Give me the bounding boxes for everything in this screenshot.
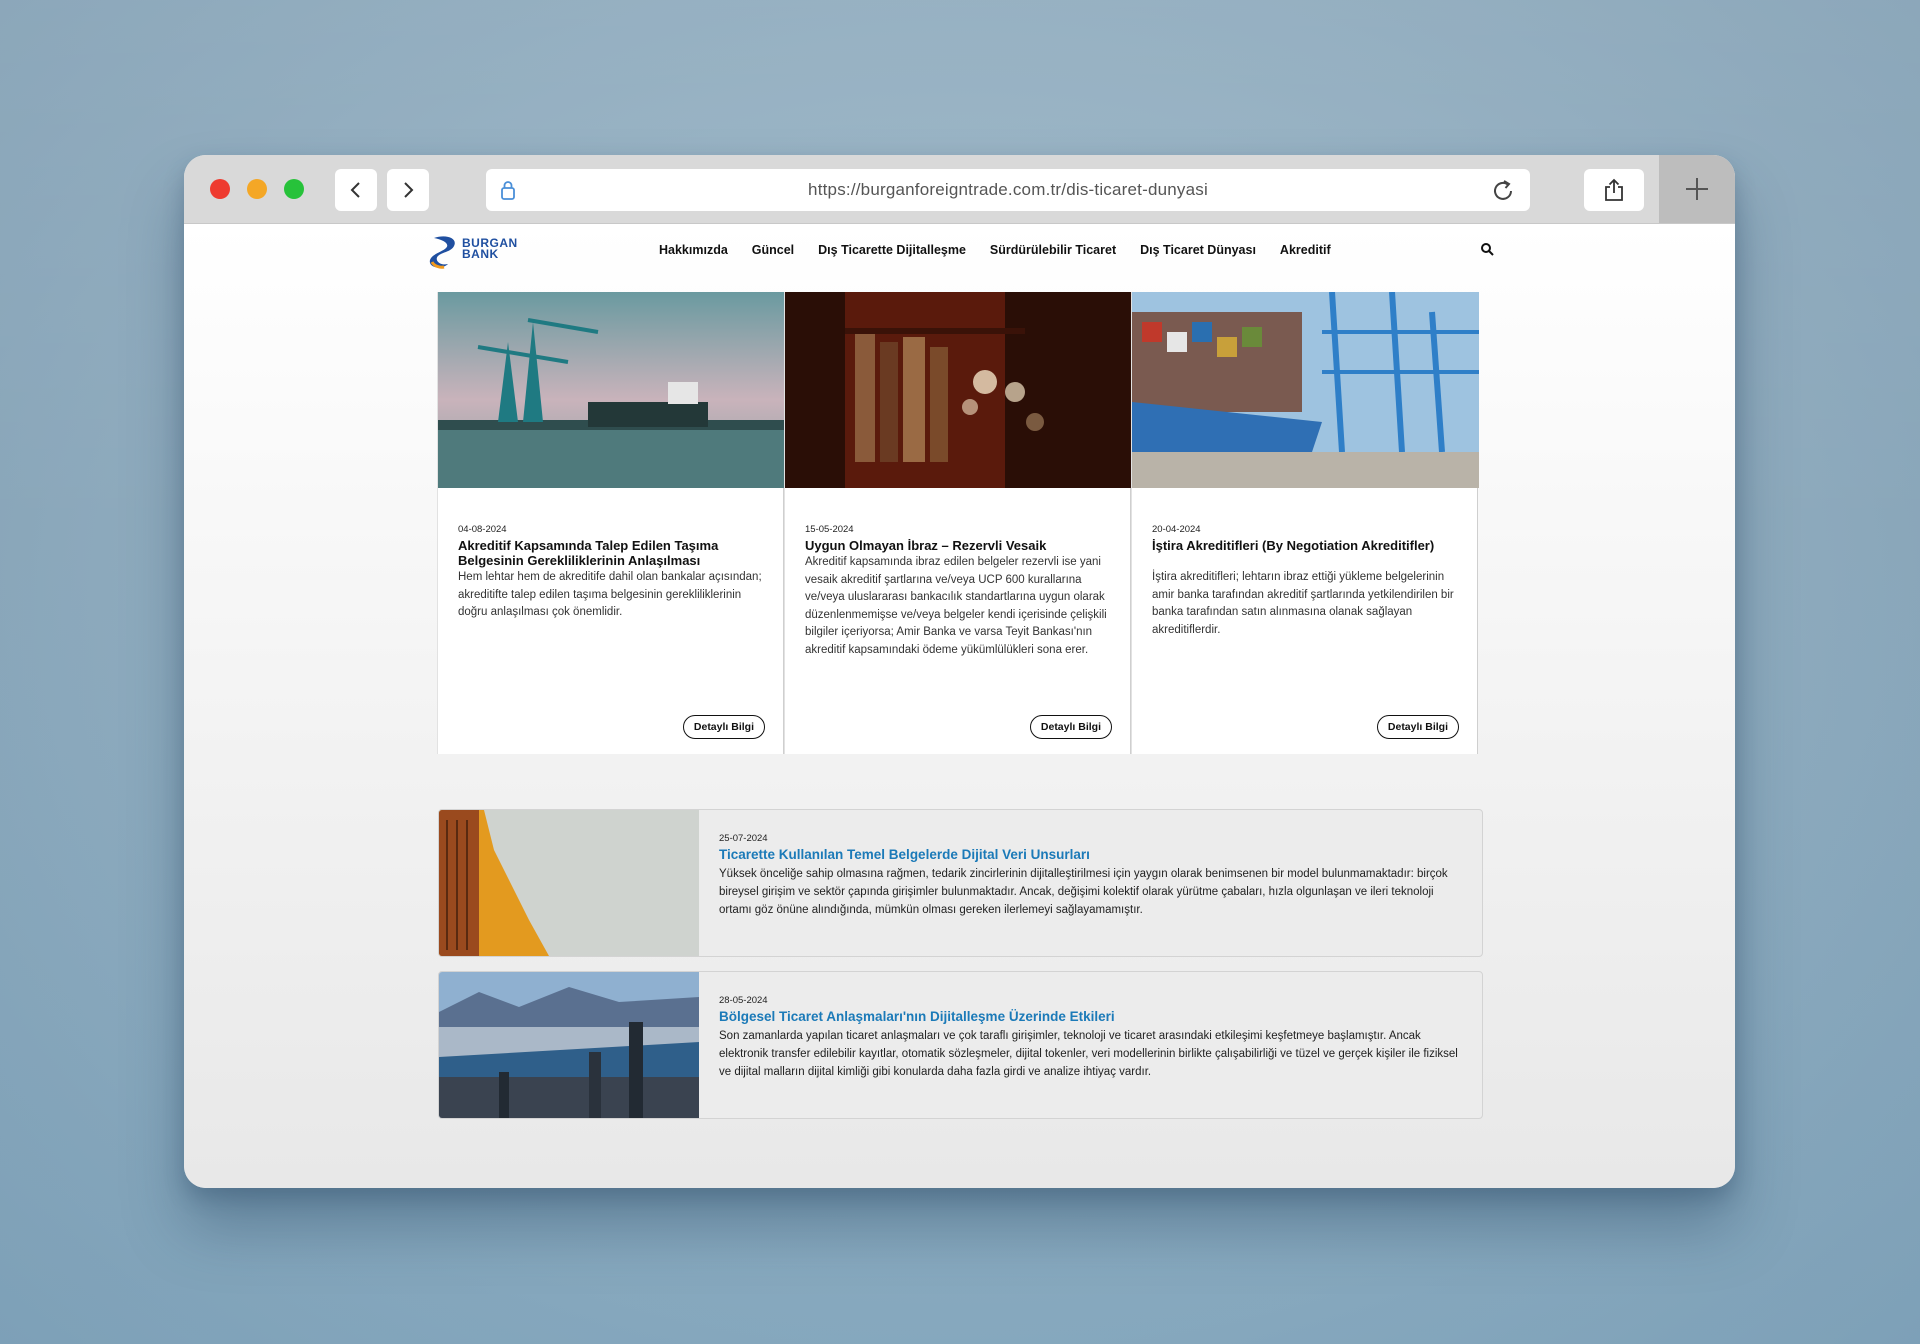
nav-item-guncel[interactable]: Güncel (752, 243, 794, 257)
list-item[interactable]: 25-07-2024 Ticarette Kullanılan Temel Be… (438, 809, 1483, 957)
card-description: Hem lehtar hem de akreditife dahil olan … (458, 571, 762, 618)
card-date: 15-05-2024 (805, 524, 854, 535)
card-description: İştira akreditifleri; lehtarın ibraz ett… (1152, 571, 1454, 636)
web-page: BURGAN BANK Hakkımızda Güncel Dış Ticare… (184, 224, 1735, 1188)
reload-icon[interactable] (1490, 178, 1516, 204)
logo-wordmark[interactable]: BURGAN BANK (462, 237, 518, 261)
list-item-date: 28-05-2024 (719, 995, 768, 1006)
browser-toolbar: https://burganforeigntrade.com.tr/dis-ti… (184, 155, 1735, 224)
search-icon[interactable] (1480, 242, 1494, 256)
article-card[interactable]: 04-08-2024 Akreditif Kapsamında Talep Ed… (437, 292, 785, 754)
card-title[interactable]: İştira Akreditifleri (By Negotiation Akr… (1152, 538, 1462, 553)
browser-window: https://burganforeigntrade.com.tr/dis-ti… (184, 155, 1735, 1188)
new-tab-button[interactable] (1659, 155, 1735, 223)
city-skyline-image (439, 972, 699, 1118)
share-icon (1605, 178, 1623, 201)
card-date: 20-04-2024 (1152, 524, 1201, 535)
article-cards: 04-08-2024 Akreditif Kapsamında Talep Ed… (437, 292, 1479, 754)
list-item-title[interactable]: Ticarette Kullanılan Temel Belgelerde Di… (719, 847, 1090, 862)
list-item[interactable]: 28-05-2024 Bölgesel Ticaret Anlaşmaları'… (438, 971, 1483, 1119)
list-item-date: 25-07-2024 (719, 833, 768, 844)
nav-item-akreditif[interactable]: Akreditif (1280, 243, 1331, 257)
nav-item-dis-ticaret-dunyasi[interactable]: Dış Ticaret Dünyası (1140, 243, 1256, 257)
details-button[interactable]: Detaylı Bilgi (1029, 715, 1112, 739)
logo-line-2: BANK (462, 247, 499, 261)
card-title[interactable]: Akreditif Kapsamında Talep Edilen Taşıma… (458, 538, 768, 568)
details-button[interactable]: Detaylı Bilgi (1376, 715, 1459, 739)
list-item-description: Son zamanlarda yapılan ticaret anlaşmala… (719, 1030, 1458, 1078)
card-description: Akreditif kapsamında ibraz edilen belgel… (805, 556, 1107, 656)
container-ship-crane-image (1132, 292, 1479, 488)
article-card[interactable]: 15-05-2024 Uygun Olmayan İbraz – Rezervl… (784, 292, 1132, 754)
nav-item-dijitallesme[interactable]: Dış Ticarette Dijitalleşme (818, 243, 966, 257)
url-text: https://burganforeigntrade.com.tr/dis-ti… (808, 180, 1208, 199)
minimize-window-button[interactable] (247, 179, 267, 199)
nav-item-surdurulebilir[interactable]: Sürdürülebilir Ticaret (990, 243, 1116, 257)
share-button[interactable] (1584, 169, 1644, 211)
main-nav: Hakkımızda Güncel Dış Ticarette Dijitall… (659, 243, 1355, 257)
forward-button[interactable] (387, 169, 429, 211)
close-window-button[interactable] (210, 179, 230, 199)
library-books-image (785, 292, 1132, 488)
details-button[interactable]: Detaylı Bilgi (682, 715, 765, 739)
chevron-right-icon (404, 182, 414, 198)
maximize-window-button[interactable] (284, 179, 304, 199)
plus-icon (1686, 178, 1708, 200)
cargo-ship-port-image (438, 292, 785, 488)
address-bar[interactable]: https://burganforeigntrade.com.tr/dis-ti… (486, 169, 1530, 211)
building-facade-image (439, 810, 699, 956)
nav-item-hakkimizda[interactable]: Hakkımızda (659, 243, 728, 257)
list-item-description: Yüksek önceliğe sahip olmasına rağmen, t… (719, 868, 1448, 916)
card-title[interactable]: Uygun Olmayan İbraz – Rezervli Vesaik (805, 538, 1115, 553)
article-card[interactable]: 20-04-2024 İştira Akreditifleri (By Nego… (1131, 292, 1479, 754)
card-date: 04-08-2024 (458, 524, 507, 535)
chevron-left-icon (350, 182, 360, 198)
back-button[interactable] (335, 169, 377, 211)
list-item-title[interactable]: Bölgesel Ticaret Anlaşmaları'nın Dijital… (719, 1009, 1115, 1024)
